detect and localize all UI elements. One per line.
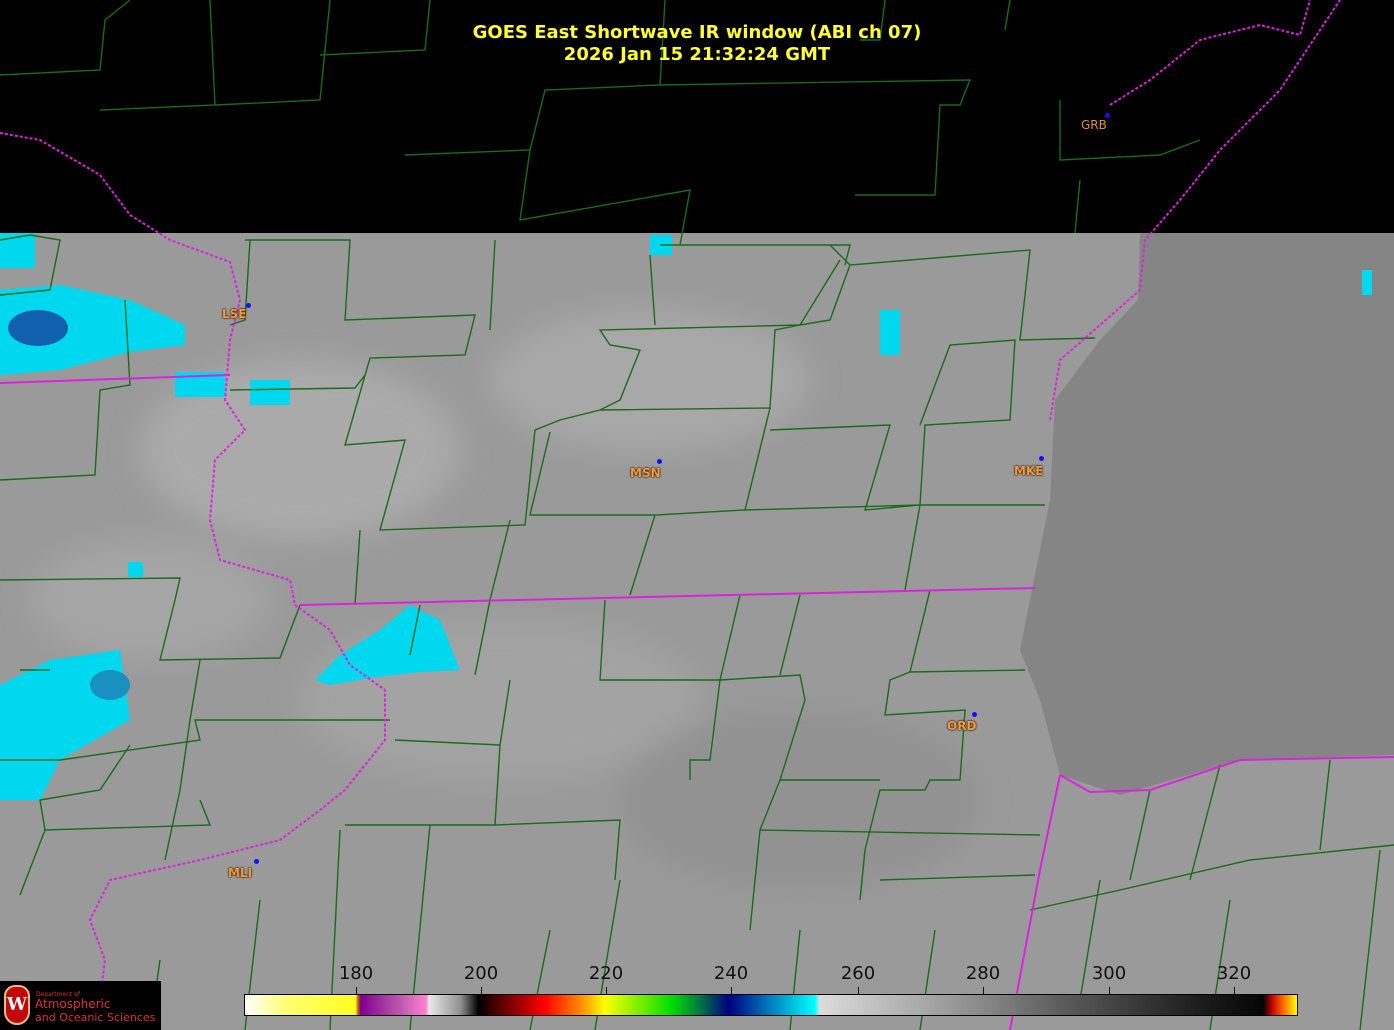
station-marker-mke <box>1039 456 1044 461</box>
uw-seal-icon: W <box>4 985 30 1025</box>
colorbar-tick-label: 220 <box>588 963 624 984</box>
aos-logo: W Department of Atmospheric and Oceanic … <box>0 981 161 1030</box>
colorbar-tick-mark <box>1109 987 1110 994</box>
colorbar-tick-label: 180 <box>338 963 374 984</box>
colorbar-tick-mark <box>731 987 732 994</box>
station-label-mke: MKE <box>1014 464 1044 478</box>
lake-michigan <box>1020 233 1394 795</box>
station-label-lse: LSE <box>222 307 247 321</box>
logo-text-atmospheric: Atmospheric <box>35 997 111 1011</box>
station-label-grb: GRB <box>1081 118 1107 132</box>
satellite-image-viewer: GOES East Shortwave IR window (ABI ch 07… <box>0 0 1394 1030</box>
colorbar-tick-mark <box>481 987 482 994</box>
colorbar-tick-label: 300 <box>1091 963 1127 984</box>
station-marker-ord <box>972 712 977 717</box>
colorbar-tick-label: 280 <box>965 963 1001 984</box>
station-marker-msn <box>657 459 662 464</box>
colorbar-tick-mark <box>356 987 357 994</box>
station-marker-mli <box>254 859 259 864</box>
colorbar-tick-mark <box>983 987 984 994</box>
colorbar-tick-label: 260 <box>840 963 876 984</box>
colorbar-tick-mark <box>606 987 607 994</box>
station-label-mli: MLI <box>228 866 253 880</box>
logo-text-oceanic: and Oceanic Sciences <box>35 1011 156 1024</box>
station-label-ord: ORD <box>947 719 977 733</box>
temperature-colorbar <box>244 994 1298 1016</box>
colorbar-tick-label: 240 <box>713 963 749 984</box>
colorbar-tick-mark <box>1234 987 1235 994</box>
image-title: GOES East Shortwave IR window (ABI ch 07… <box>472 22 922 43</box>
satellite-map <box>0 0 1394 1030</box>
colorbar-tick-label: 200 <box>463 963 499 984</box>
station-label-msn: MSN <box>630 466 661 480</box>
colorbar-tick-label: 320 <box>1216 963 1252 984</box>
colorbar-tick-mark <box>858 987 859 994</box>
image-timestamp: 2026 Jan 15 21:32:24 GMT <box>563 44 831 65</box>
